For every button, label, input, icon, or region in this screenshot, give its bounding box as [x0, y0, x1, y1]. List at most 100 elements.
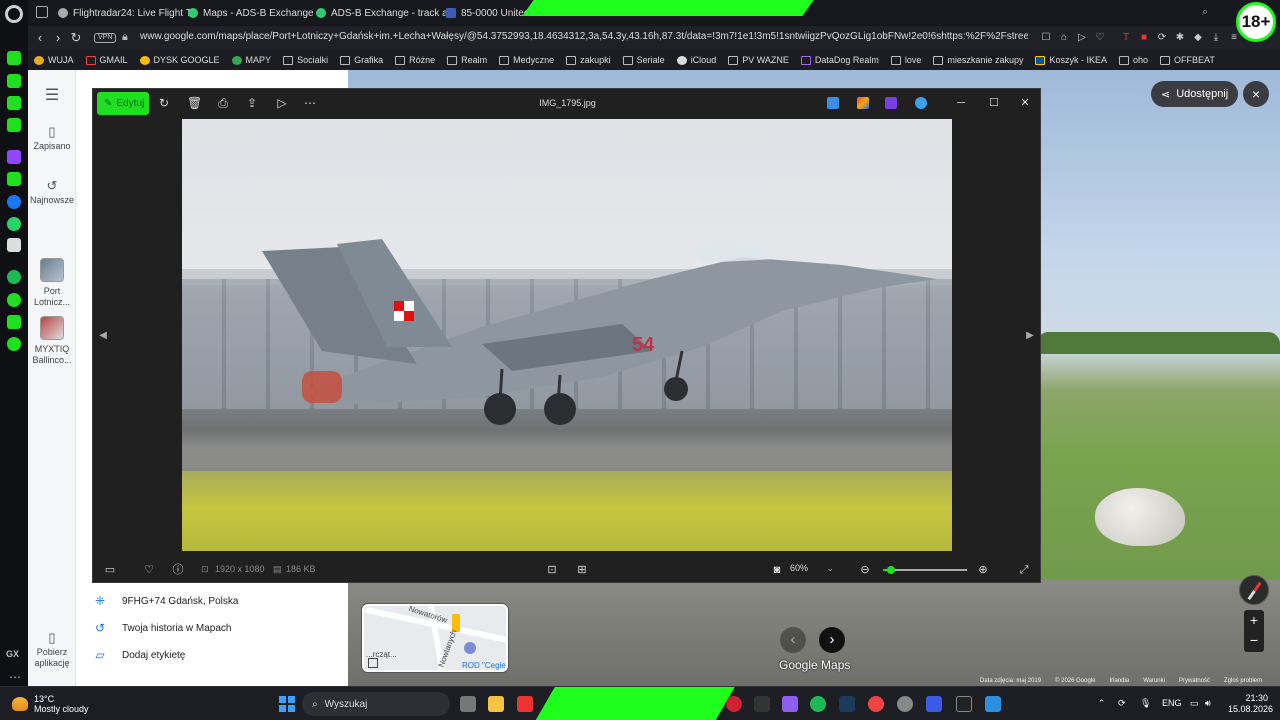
- app-purple-icon[interactable]: [782, 696, 798, 712]
- info-icon[interactable]: ⓘ: [171, 563, 185, 577]
- heart-icon[interactable]: ♡: [1094, 32, 1106, 44]
- app-red-icon[interactable]: [517, 696, 533, 712]
- slideshow-icon[interactable]: ▷: [275, 96, 289, 110]
- network-icon[interactable]: ▭: [1190, 698, 1199, 709]
- menu-icon[interactable]: ≡: [1228, 32, 1240, 44]
- file-explorer-icon[interactable]: [488, 696, 504, 712]
- history-row[interactable]: ↺ Twoja historia w Mapach: [94, 621, 232, 635]
- zoom-slider-knob[interactable]: [887, 566, 896, 574]
- zoom-out-icon[interactable]: ⊖: [858, 563, 872, 577]
- expand-icon[interactable]: [368, 658, 378, 668]
- bookmark-ikea[interactable]: Koszyk - IKEA: [1035, 55, 1107, 65]
- bookmark-maps[interactable]: MAPY: [231, 55, 271, 65]
- tab-flightradar[interactable]: Flightradar24: Live Flight T: [58, 3, 203, 23]
- app-blue-icon[interactable]: [926, 696, 942, 712]
- ext-refresh-icon[interactable]: ⟳: [1156, 32, 1168, 44]
- weather-widget[interactable]: 13°C Mostly cloudy: [12, 694, 89, 714]
- back-icon[interactable]: ‹: [32, 30, 48, 46]
- url-field[interactable]: www.google.com/maps/place/Port+Lotniczy+…: [140, 31, 1028, 42]
- gx-label[interactable]: GX: [6, 649, 19, 659]
- aria-icon[interactable]: [7, 51, 21, 65]
- tab-adsb-track[interactable]: ADS-B Exchange - track ai: [316, 3, 446, 23]
- opera-gx-icon[interactable]: [726, 696, 742, 712]
- rail-airport[interactable]: Port Lotnicz...: [28, 258, 76, 308]
- steam-icon[interactable]: [839, 696, 855, 712]
- language-indicator[interactable]: ENG: [1162, 698, 1182, 708]
- snapshot-icon[interactable]: ⌂: [1058, 32, 1070, 44]
- onedrive-icon[interactable]: [915, 97, 927, 109]
- vpn-badge[interactable]: VPN: [94, 33, 117, 43]
- previous-image-icon[interactable]: ◀: [97, 327, 109, 345]
- bookmark-grafika[interactable]: Grafika: [340, 55, 383, 65]
- rail-get-app[interactable]: ▯ Pobierz aplikację: [28, 631, 76, 669]
- add-label-row[interactable]: ▱ Dodaj etykietę: [94, 648, 185, 662]
- bookmark-mieszkanie[interactable]: mieszkanie zakupy: [933, 55, 1023, 65]
- ext-cube-icon[interactable]: ◆: [1192, 32, 1204, 44]
- tab-maps-adsb[interactable]: Maps - ADS-B Exchange: [188, 3, 318, 23]
- maps-menu-button[interactable]: ☰: [28, 88, 76, 105]
- zoom-control[interactable]: + −: [1244, 610, 1264, 652]
- zoom-slider[interactable]: [883, 566, 967, 574]
- rail-saved[interactable]: ▯ Zapisano: [28, 125, 76, 152]
- favorite-icon[interactable]: ♡: [142, 563, 156, 577]
- volume-icon[interactable]: 🔊︎: [1205, 698, 1211, 709]
- visual-search-icon[interactable]: ⊞: [575, 563, 589, 577]
- bookmark-drive[interactable]: DYSK GOOGLE: [139, 55, 220, 65]
- speed-dial-icon[interactable]: [7, 74, 21, 88]
- history-icon[interactable]: [7, 293, 21, 307]
- maps-ext-icon[interactable]: [7, 118, 21, 132]
- zoom-out-icon[interactable]: −: [1244, 630, 1264, 650]
- messenger-icon[interactable]: [7, 195, 21, 209]
- plus-code-row[interactable]: ⁜ 9FHG+74 Gdańsk, Polska: [94, 594, 238, 608]
- maximize-icon[interactable]: ☐: [986, 95, 1002, 111]
- next-photo-button[interactable]: ›: [819, 627, 845, 653]
- share-button[interactable]: ⋖ Udostępnij: [1151, 81, 1239, 107]
- tray-overflow-icon[interactable]: ⌃: [1098, 698, 1106, 709]
- zoom-in-icon[interactable]: ⊕: [976, 563, 990, 577]
- rail-myxtiq[interactable]: MYXTIQ Ballinco...: [28, 316, 76, 366]
- bookmark-love[interactable]: love: [890, 55, 921, 65]
- share-icon[interactable]: ⇪: [245, 96, 259, 110]
- bookmark-wuja[interactable]: WUJA: [34, 55, 74, 65]
- bookmark-icloud[interactable]: iCloud: [676, 55, 716, 65]
- twitch-icon[interactable]: [7, 150, 21, 164]
- rail-recent[interactable]: ↺ Najnowsze: [28, 179, 76, 206]
- fullscreen-icon[interactable]: ⤢: [1017, 563, 1031, 577]
- actual-size-icon[interactable]: ◙: [770, 563, 784, 577]
- zoom-in-icon[interactable]: +: [1244, 610, 1264, 630]
- bookmark-datadog[interactable]: DataDog Realm: [800, 55, 879, 65]
- bookmark-socialki[interactable]: Socialki: [283, 55, 328, 65]
- zoom-percent-select[interactable]: 60% ⌄: [790, 563, 834, 574]
- filmstrip-icon[interactable]: ▭: [103, 563, 117, 577]
- ext-red-icon[interactable]: T: [1120, 32, 1132, 44]
- bookmark-rozne[interactable]: Różne: [395, 55, 435, 65]
- bookmark-offbeat[interactable]: OFFBEAT: [1160, 55, 1215, 65]
- app-ext-purple-icon[interactable]: [885, 97, 897, 109]
- start-button[interactable]: [279, 696, 295, 712]
- bookmark-gmail[interactable]: GMAIL: [85, 55, 128, 65]
- send-icon[interactable]: ▷: [1076, 32, 1088, 44]
- lock-icon[interactable]: 🔒︎: [122, 31, 128, 44]
- whatsapp-icon[interactable]: [7, 217, 21, 231]
- next-image-icon[interactable]: ▶: [1024, 327, 1036, 345]
- app-ext-blue-icon[interactable]: [827, 97, 839, 109]
- opera-logo-icon[interactable]: [5, 5, 23, 23]
- app-dark-icon[interactable]: [754, 696, 770, 712]
- app-circle-icon[interactable]: [868, 696, 884, 712]
- bookmark-oho[interactable]: oho: [1118, 55, 1148, 65]
- bookmark-pv-wazne[interactable]: PV WAZNE: [728, 55, 789, 65]
- spotify-taskbar-icon[interactable]: [810, 696, 826, 712]
- settings-icon[interactable]: [7, 337, 21, 351]
- delete-icon[interactable]: 🗑︎: [187, 96, 202, 110]
- clock[interactable]: 21:30 15.08.2026: [1228, 693, 1273, 715]
- settings-taskbar-icon[interactable]: [897, 696, 913, 712]
- forward-icon[interactable]: ›: [50, 30, 66, 46]
- reload-icon[interactable]: ↻: [68, 30, 84, 46]
- compass-icon[interactable]: [1239, 575, 1269, 605]
- more-icon[interactable]: ⋯: [9, 670, 21, 684]
- bookmark-realm[interactable]: Realm: [447, 55, 487, 65]
- crop-icon[interactable]: ⊡: [545, 563, 559, 577]
- tab-manager-icon[interactable]: [36, 6, 48, 18]
- bookmark-medyczne[interactable]: Medyczne: [499, 55, 554, 65]
- minimize-icon[interactable]: ─: [953, 95, 969, 111]
